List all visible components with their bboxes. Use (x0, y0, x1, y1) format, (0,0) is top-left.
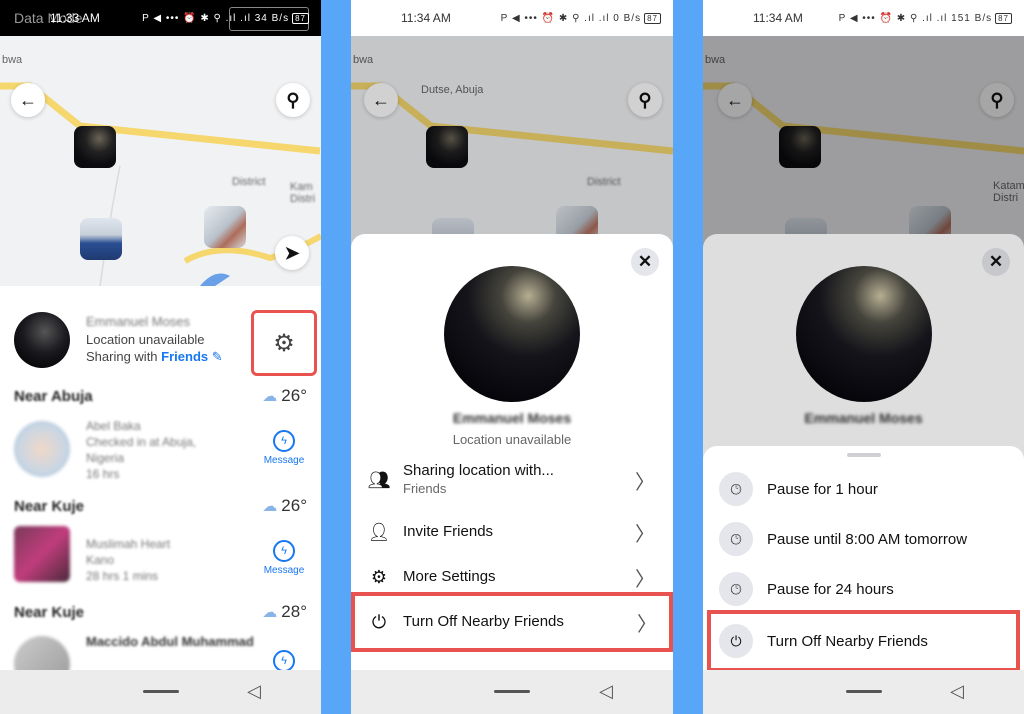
close-icon: ✕ (637, 252, 653, 271)
status-time: 11:34 AM (401, 11, 451, 25)
avatar (14, 312, 70, 368)
status-time: 11:34 AM (753, 11, 803, 25)
close-button[interactable]: ✕ (982, 248, 1010, 276)
arrow-left-icon: ← (19, 89, 37, 110)
profile-name: Emmanuel Moses (452, 410, 572, 426)
settings-button[interactable]: ⚙ (251, 310, 317, 376)
search-button[interactable]: ⚲ (276, 83, 310, 117)
menu-item-turn-off-nearby-friends[interactable]: ⏻ Turn Off Nearby Friends 〉 (351, 592, 673, 652)
chevron-right-icon: 〉 (635, 523, 655, 546)
cloud-sun-icon: ☁ (262, 388, 278, 405)
pause-options-sheet: 🕑︎ Pause for 1 hour 🕑︎ Pause until 8:00 … (703, 446, 1024, 672)
friend-map-pin[interactable] (204, 206, 246, 248)
option-pause-until-8am[interactable]: 🕑︎ Pause until 8:00 AM tomorrow (709, 516, 1018, 562)
screen-turn-off-options: 11:34 AM P ◀ ••• ⏰ ✱ ⚲ .ıl .ıl 151 B/s 87… (703, 0, 1024, 714)
navigation-arrow-icon: ➤ (284, 242, 300, 263)
my-location-status: Location unavailable (86, 332, 205, 347)
profile-avatar (444, 266, 580, 402)
friend-info: Abel Baka Checked in at Abuja, Nigeria 1… (86, 419, 197, 481)
profile-location: Location unavailable (452, 432, 572, 447)
menu-item-sharing-location[interactable]: 👥︎ Sharing location with... Friends 〉 (361, 458, 663, 502)
clock-icon: 🕑︎ (719, 472, 753, 506)
map[interactable]: bwa District Kam Distri ← ⚲ ➤ (0, 36, 321, 286)
menu-item-more-settings[interactable]: ⚙ More Settings 〉 (361, 555, 663, 599)
clock-icon: 🕑︎ (719, 522, 753, 556)
home-button[interactable] (494, 690, 530, 693)
avatar (14, 526, 70, 582)
status-bar: 11:34 AM P ◀ ••• ⏰ ✱ ⚲ .ıl .ıl 0 B/s 87 (351, 0, 673, 36)
battery-icon: 87 (644, 12, 661, 24)
friend-info: Maccido Abdul Muhammad (86, 634, 254, 649)
friends-list-sheet: Emmanuel Moses Location unavailable Shar… (0, 286, 321, 692)
messenger-icon: ϟ (273, 540, 295, 562)
menu-item-invite-friends[interactable]: 👤︎ Invite Friends 〉 (361, 510, 663, 554)
map-label: District (232, 176, 266, 188)
drag-handle[interactable] (846, 453, 881, 457)
weather: ☁ 26° (262, 496, 307, 515)
back-triangle-icon[interactable]: ◁ (247, 681, 261, 702)
status-time: 11:33 AM (50, 11, 100, 25)
friend-map-pin[interactable] (80, 218, 122, 260)
my-name: Emmanuel Moses (86, 314, 191, 329)
battery-icon: 87 (292, 12, 309, 24)
chevron-right-icon: 〉 (635, 471, 655, 494)
search-icon: ⚲ (286, 89, 300, 110)
friend-info: Muslimah Heart Kano 28 hrs 1 mins (86, 537, 171, 583)
status-icons: P ◀ ••• ⏰ ✱ ⚲ .ıl .ıl 34 B/s 87 (142, 12, 309, 24)
clock-icon: 🕑︎ (719, 572, 753, 606)
add-person-icon: 👤︎ (367, 521, 391, 542)
option-turn-off-nearby-friends[interactable]: ⏻ Turn Off Nearby Friends (707, 610, 1020, 672)
status-icons: P ◀ ••• ⏰ ✱ ⚲ .ıl .ıl 151 B/s 87 (839, 12, 1012, 24)
message-button[interactable]: ϟ Message (259, 540, 309, 576)
avatar (14, 421, 70, 477)
section-title: Near Kuje (14, 498, 85, 515)
back-triangle-icon[interactable]: ◁ (950, 681, 964, 702)
home-button[interactable] (845, 690, 882, 693)
section-title: Near Abuja (14, 388, 93, 405)
option-pause-24-hours[interactable]: 🕑︎ Pause for 24 hours (709, 566, 1018, 612)
back-triangle-icon[interactable]: ◁ (599, 681, 613, 702)
messenger-icon: ϟ (273, 650, 295, 672)
map-roads (0, 82, 321, 286)
system-nav-bar: ◁ (351, 670, 673, 714)
chevron-right-icon: 〉 (635, 568, 655, 591)
gear-icon: ⚙ (273, 329, 295, 357)
close-icon: ✕ (988, 252, 1004, 271)
profile-avatar (795, 266, 932, 402)
system-nav-bar: ◁ (0, 670, 321, 714)
home-button[interactable] (142, 690, 179, 693)
pencil-icon: ✎ (211, 349, 223, 364)
back-button[interactable]: ← (11, 83, 45, 117)
status-icons: P ◀ ••• ⏰ ✱ ⚲ .ıl .ıl 0 B/s 87 (501, 12, 661, 24)
cloud-icon: ☁ (262, 604, 278, 621)
gear-icon: ⚙ (370, 566, 388, 587)
status-bar: 11:34 AM P ◀ ••• ⏰ ✱ ⚲ .ıl .ıl 151 B/s 87 (703, 0, 1024, 36)
people-icon: 👥︎ (367, 469, 391, 490)
map-label: bwa (2, 54, 23, 66)
close-button[interactable]: ✕ (631, 248, 659, 276)
profile-name: Emmanuel Moses (804, 410, 923, 426)
weather: ☁ 26° (262, 386, 307, 405)
locate-button[interactable]: ➤ (275, 236, 309, 270)
sharing-audience[interactable]: Sharing with Friends ✎ (86, 349, 223, 365)
cloud-icon: ☁ (262, 498, 278, 515)
messenger-icon: ϟ (273, 430, 295, 452)
chevron-right-icon: 〉 (637, 613, 657, 636)
status-bar: Data Mode 11:33 AM P ◀ ••• ⏰ ✱ ⚲ .ıl .ıl… (0, 0, 321, 36)
battery-icon: 87 (995, 12, 1012, 24)
profile-sheet: ✕ Emmanuel Moses Location unavailable 👥︎… (351, 234, 673, 670)
power-icon: ⏻ (719, 624, 753, 658)
friend-map-pin[interactable] (74, 126, 116, 168)
message-button[interactable]: ϟ Message (259, 430, 309, 466)
screen-profile-sheet: 11:34 AM P ◀ ••• ⏰ ✱ ⚲ .ıl .ıl 0 B/s 87 b… (351, 0, 673, 714)
screen-nearby-friends-list: Data Mode 11:33 AM P ◀ ••• ⏰ ✱ ⚲ .ıl .ıl… (0, 0, 321, 714)
map-label: Kam Distri (290, 181, 316, 205)
weather: ☁ 28° (262, 602, 307, 621)
power-icon: ⏻ (371, 611, 387, 632)
option-pause-1-hour[interactable]: 🕑︎ Pause for 1 hour (709, 466, 1018, 512)
section-title: Near Kuje (14, 604, 85, 621)
system-nav-bar: ◁ (703, 670, 1024, 714)
